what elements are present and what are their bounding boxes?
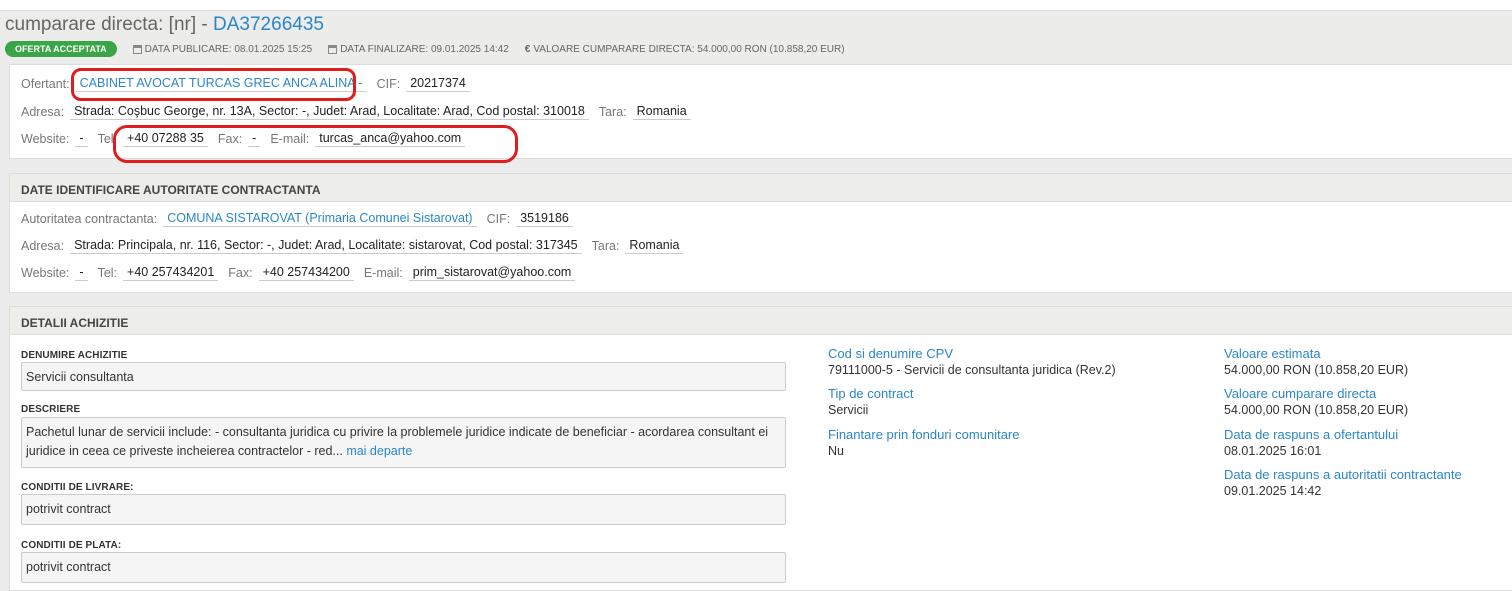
- details-panel: DETALII ACHIZITIE DENUMIRE ACHIZITIE Ser…: [9, 306, 1512, 591]
- contract-type-value: Servicii: [828, 403, 869, 417]
- bidder-address: Strada: Coşbuc George, nr. 13A, Sector: …: [70, 104, 589, 120]
- authority-reply-value: 09.01.2025 14:42: [1224, 484, 1322, 498]
- description-field: Pachetul lunar de servicii include: - co…: [21, 417, 786, 468]
- direct-value-text: VALOARE CUMPARARE DIRECTA: 54.000,00 RON…: [533, 43, 845, 55]
- contract-type-info: Tip de contract Servicii: [828, 386, 914, 418]
- acquisition-name-label: DENUMIRE ACHIZITIE: [21, 350, 128, 361]
- calendar-icon: [328, 44, 338, 54]
- bidder-reply-value: 08.01.2025 16:01: [1224, 444, 1322, 458]
- country-label: Tara:: [591, 239, 620, 253]
- euro-icon: €: [524, 43, 531, 55]
- estimated-label: Valoare estimata: [1224, 346, 1321, 361]
- website-label: Website:: [21, 132, 70, 146]
- authority-tel: +40 257434201: [123, 265, 219, 281]
- publish-date-text: DATA PUBLICARE: 08.01.2025 15:25: [144, 43, 313, 55]
- bidder-address-row: Adresa: Strada: Coşbuc George, nr. 13A, …: [21, 102, 701, 122]
- authority-heading: DATE IDENTIFICARE AUTORITATE CONTRACTANT…: [10, 174, 1512, 202]
- direct-value-value: 54.000,00 RON (10.858,20 EUR): [1224, 403, 1409, 417]
- authority-address-row: Adresa: Strada: Principala, nr. 116, Sec…: [21, 236, 693, 256]
- delivery-label: CONDITII DE LIVRARE:: [21, 482, 134, 493]
- page-header: cumparare directa: [nr] - DA37266435 OFE…: [0, 10, 1512, 62]
- cif-label: CIF:: [376, 77, 401, 91]
- bidder-label: Ofertant:: [21, 77, 70, 91]
- read-more-link[interactable]: mai departe: [346, 444, 412, 458]
- final-date: DATA FINALIZARE: 09.01.2025 14:42: [328, 44, 509, 55]
- calendar-icon: [132, 44, 142, 54]
- cif-label: CIF:: [486, 212, 511, 226]
- authority-contact-row: Website: - Tel: +40 257434201 Fax: +40 2…: [21, 263, 585, 283]
- bidder-reply-label: Data de raspuns a ofertantului: [1224, 427, 1399, 442]
- title-prefix: cumparare directa: [nr] -: [5, 14, 214, 35]
- authority-country: Romania: [625, 238, 684, 254]
- authority-cif: 3519186: [516, 211, 573, 227]
- contract-type-label: Tip de contract: [828, 386, 914, 401]
- top-strip: [0, 0, 1512, 10]
- cpv-label: Cod si denumire CPV: [828, 346, 953, 361]
- annotation-circle-contact: [113, 125, 518, 163]
- final-date-text: DATA FINALIZARE: 09.01.2025 14:42: [340, 43, 509, 55]
- address-label: Adresa:: [21, 105, 65, 119]
- country-label: Tara:: [598, 105, 627, 119]
- details-heading: DETALII ACHIZITIE: [10, 307, 1512, 335]
- authority-name-row: Autoritatea contractanta: COMUNA SISTARO…: [21, 209, 583, 229]
- estimated-value: 54.000,00 RON (10.858,20 EUR): [1224, 363, 1409, 377]
- address-label: Adresa:: [21, 239, 65, 253]
- estimated-info: Valoare estimata 54.000,00 RON (10.858,2…: [1224, 346, 1408, 378]
- email-label: E-mail:: [363, 266, 403, 280]
- eu-funds-label: Finantare prin fonduri comunitare: [828, 427, 1020, 442]
- authority-website: -: [75, 265, 88, 281]
- authority-name-link[interactable]: COMUNA SISTAROVAT (Primaria Comunei Sist…: [163, 211, 477, 227]
- payment-label: CONDITII DE PLATA:: [21, 540, 122, 551]
- tel-label: Tel:: [97, 266, 118, 280]
- header-meta: OFERTA ACCEPTATA DATA PUBLICARE: 08.01.2…: [5, 40, 861, 58]
- bidder-website: -: [75, 131, 88, 147]
- authority-panel: DATE IDENTIFICARE AUTORITATE CONTRACTANT…: [9, 173, 1512, 293]
- direct-value: € VALOARE CUMPARARE DIRECTA: 54.000,00 RO…: [525, 44, 845, 55]
- delivery-field: potrivit contract: [21, 494, 786, 525]
- payment-field: potrivit contract: [21, 552, 786, 583]
- authority-address: Strada: Principala, nr. 116, Sector: -, …: [70, 238, 582, 254]
- description-label: DESCRIERE: [21, 404, 81, 415]
- direct-value-label: Valoare cumparare directa: [1224, 386, 1377, 401]
- direct-value-info: Valoare cumparare directa 54.000,00 RON …: [1224, 386, 1408, 418]
- authority-reply-label: Data de raspuns a autoritatii contractan…: [1224, 467, 1462, 482]
- bidder-reply-info: Data de raspuns a ofertantului 08.01.202…: [1224, 427, 1398, 459]
- publish-date: DATA PUBLICARE: 08.01.2025 15:25: [132, 43, 313, 55]
- procedure-code: DA37266435: [213, 14, 324, 35]
- eu-funds-info: Finantare prin fonduri comunitare Nu: [828, 427, 1020, 459]
- bidder-country: Romania: [632, 104, 691, 120]
- bidder-cif: 20217374: [406, 76, 470, 92]
- website-label: Website:: [21, 266, 70, 280]
- status-badge: OFERTA ACCEPTATA: [5, 41, 117, 57]
- authority-label: Autoritatea contractanta:: [21, 212, 158, 226]
- eu-funds-value: Nu: [828, 444, 844, 458]
- page-title: cumparare directa: [nr] - DA37266435: [5, 14, 324, 36]
- cpv-info: Cod si denumire CPV 79111000-5 - Servici…: [828, 346, 1116, 378]
- fax-label: Fax:: [228, 266, 253, 280]
- acquisition-name-field: Servicii consultanta: [21, 362, 786, 391]
- authority-fax: +40 257434200: [258, 265, 354, 281]
- authority-email: prim_sistarovat@yahoo.com: [408, 265, 576, 281]
- cpv-value: 79111000-5 - Servicii de consultanta jur…: [828, 363, 1116, 377]
- authority-reply-info: Data de raspuns a autoritatii contractan…: [1224, 467, 1462, 499]
- annotation-circle-name: [71, 68, 356, 101]
